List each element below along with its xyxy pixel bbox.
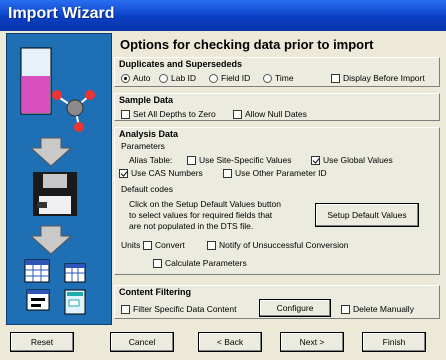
use-other-parameter-id-checkbox[interactable] xyxy=(223,168,232,178)
configure-button[interactable]: Configure xyxy=(259,299,331,317)
setup-default-values-button[interactable]: Setup Default Values xyxy=(315,203,419,227)
spreadsheet-icon xyxy=(24,259,50,283)
radio-auto-label: Auto xyxy=(133,73,151,83)
molecule-icon xyxy=(52,90,95,132)
back-button[interactable]: < Back xyxy=(198,332,262,352)
allow-null-dates-label: Allow Null Dates xyxy=(245,109,307,119)
wizard-illustration xyxy=(6,33,112,325)
radio-lab-id-button[interactable] xyxy=(159,73,168,83)
filter-specific-content-label: Filter Specific Data Content xyxy=(133,304,237,314)
radio-auto[interactable]: Auto xyxy=(121,73,151,83)
parameters-label: Parameters xyxy=(121,141,165,151)
display-before-import-label: Display Before Import xyxy=(343,73,425,83)
beaker-icon xyxy=(20,47,52,115)
use-site-specific-label: Use Site-Specific Values xyxy=(199,155,292,165)
sample-data-section: Sample Data Set All Depths to Zero Allow… xyxy=(114,93,440,121)
display-before-import[interactable]: Display Before Import xyxy=(331,73,425,83)
document-icon xyxy=(64,289,86,315)
next-button[interactable]: Next > xyxy=(280,332,344,352)
notify-unsuccessful[interactable]: Notify of Unsuccessful Conversion xyxy=(207,240,348,250)
calculate-parameters[interactable]: Calculate Parameters xyxy=(153,258,247,268)
calculate-parameters-label: Calculate Parameters xyxy=(165,258,247,268)
set-depths-zero[interactable]: Set All Depths to Zero xyxy=(121,109,216,119)
default-desc-line-1: Click on the Setup Default Values button xyxy=(129,199,281,209)
duplicates-title: Duplicates and Supersededs xyxy=(119,59,243,69)
use-cas-numbers-label: Use CAS Numbers xyxy=(131,168,203,178)
set-depths-zero-checkbox[interactable] xyxy=(121,109,130,119)
default-desc-line-2: to select values for required fields tha… xyxy=(129,210,273,220)
use-other-parameter-id[interactable]: Use Other Parameter ID xyxy=(223,168,327,178)
cancel-button[interactable]: Cancel xyxy=(110,332,174,352)
calculate-parameters-checkbox[interactable] xyxy=(153,258,162,268)
convert-checkbox[interactable] xyxy=(143,240,152,250)
radio-lab-id[interactable]: Lab ID xyxy=(159,73,196,83)
use-site-specific-checkbox[interactable] xyxy=(187,155,196,165)
use-global[interactable]: Use Global Values xyxy=(311,155,393,165)
analysis-data-section: Analysis Data Parameters Alias Table: Us… xyxy=(114,127,440,275)
filter-specific-content[interactable]: Filter Specific Data Content xyxy=(121,304,236,314)
radio-time-button[interactable] xyxy=(263,73,272,83)
options-panel: Options for checking data prior to impor… xyxy=(112,31,442,326)
sample-data-title: Sample Data xyxy=(119,95,174,105)
radio-field-id-label: Field ID xyxy=(221,73,251,83)
use-global-checkbox[interactable] xyxy=(311,155,320,165)
analysis-data-title: Analysis Data xyxy=(119,129,179,139)
finish-button[interactable]: Finish xyxy=(362,332,426,352)
use-cas-numbers[interactable]: Use CAS Numbers xyxy=(119,168,203,178)
calendar-grid-icon xyxy=(64,263,86,283)
filter-specific-content-checkbox[interactable] xyxy=(121,304,130,314)
convert[interactable]: Convert xyxy=(143,240,185,250)
use-global-label: Use Global Values xyxy=(323,155,393,165)
delete-manually-checkbox[interactable] xyxy=(341,304,350,314)
delete-manually[interactable]: Delete Manually xyxy=(341,304,414,314)
use-other-parameter-id-label: Use Other Parameter ID xyxy=(235,168,327,178)
reset-button[interactable]: Reset xyxy=(10,332,74,352)
content-filtering-title: Content Filtering xyxy=(119,287,191,297)
title-bar: Import Wizard xyxy=(0,0,446,31)
notify-unsuccessful-checkbox[interactable] xyxy=(207,240,216,250)
floppy-disk-icon xyxy=(33,172,77,216)
alias-table-label: Alias Table: xyxy=(129,155,173,165)
convert-label: Convert xyxy=(155,240,185,250)
default-codes-label: Default codes xyxy=(121,184,173,194)
radio-field-id-button[interactable] xyxy=(209,73,218,83)
radio-time[interactable]: Time xyxy=(263,73,294,83)
wizard-graphic xyxy=(20,47,95,315)
allow-null-dates-checkbox[interactable] xyxy=(233,109,242,119)
duplicates-section: Duplicates and Supersededs Auto Lab ID F… xyxy=(114,57,440,87)
radio-time-label: Time xyxy=(275,73,294,83)
use-cas-numbers-checkbox[interactable] xyxy=(119,168,128,178)
display-before-import-checkbox[interactable] xyxy=(331,73,340,83)
radio-field-id[interactable]: Field ID xyxy=(209,73,250,83)
delete-manually-label: Delete Manually xyxy=(353,304,414,314)
set-depths-zero-label: Set All Depths to Zero xyxy=(133,109,216,119)
allow-null-dates[interactable]: Allow Null Dates xyxy=(233,109,307,119)
radio-lab-id-label: Lab ID xyxy=(171,73,197,83)
arrow-down-icon-2 xyxy=(29,225,73,255)
window-title: Import Wizard xyxy=(8,5,115,22)
radio-auto-button[interactable] xyxy=(121,73,130,83)
form-icon xyxy=(26,289,50,311)
button-bar: Reset Cancel < Back Next > Finish xyxy=(0,326,446,360)
use-site-specific[interactable]: Use Site-Specific Values xyxy=(187,155,291,165)
default-desc-line-3: are not populated in the DTS file. xyxy=(129,221,254,231)
arrow-down-icon xyxy=(29,137,73,167)
units-label: Units xyxy=(121,240,141,250)
content-filtering-section: Content Filtering Filter Specific Data C… xyxy=(114,285,440,319)
notify-unsuccessful-label: Notify of Unsuccessful Conversion xyxy=(219,240,349,250)
page-heading: Options for checking data prior to impor… xyxy=(120,37,374,52)
